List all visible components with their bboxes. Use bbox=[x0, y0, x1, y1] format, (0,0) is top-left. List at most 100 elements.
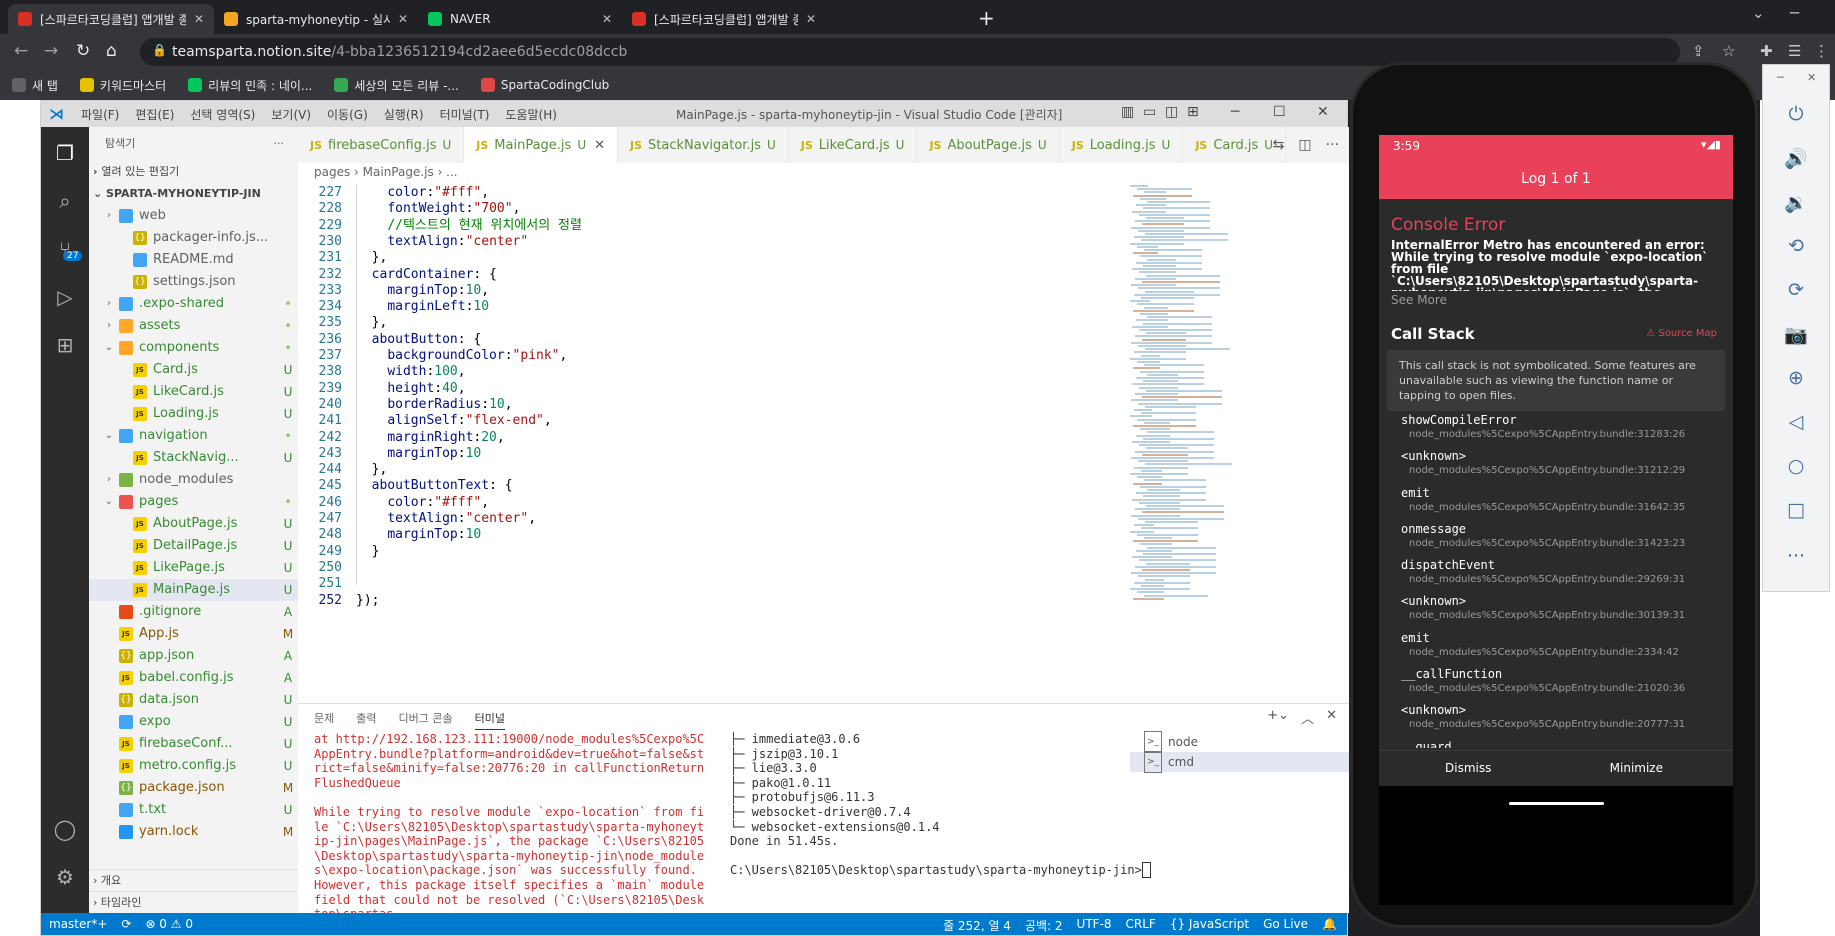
close-icon[interactable]: ✕ bbox=[806, 12, 816, 26]
menu-go[interactable]: 이동(G) bbox=[327, 106, 368, 123]
bookmark-item[interactable]: 세상의 모든 리뷰 -... bbox=[334, 77, 459, 94]
stack-frame[interactable]: __callFunction node_modules%5Cexpo%5CAppE… bbox=[1401, 667, 1721, 703]
close-icon[interactable]: ✕ bbox=[602, 12, 612, 26]
minimize-icon[interactable]: ─ bbox=[1777, 71, 1784, 84]
browser-tab-2[interactable]: NAVER ✕ bbox=[418, 4, 622, 34]
cursor-position[interactable]: 줄 252, 열 4 bbox=[943, 917, 1011, 934]
browser-tab-0[interactable]: [스파르타코딩클럽] 앱개발 종합 ✕ bbox=[8, 4, 214, 34]
stack-frame[interactable]: __guardnode_modules%5Cexpo%5CAppEntry.bu… bbox=[1401, 740, 1721, 748]
go-live-button[interactable]: Go Live bbox=[1263, 917, 1308, 934]
stack-frame[interactable]: <unknown> node_modules%5Cexpo%5CAppEntry.… bbox=[1401, 594, 1721, 630]
minimize-button[interactable]: Minimize bbox=[1610, 761, 1663, 775]
menu-terminal[interactable]: 터미널(T) bbox=[440, 106, 490, 123]
tree-item[interactable]: JS DetailPage.js U bbox=[89, 535, 298, 557]
tree-item[interactable]: JS AboutPage.js U bbox=[89, 513, 298, 535]
terminal-output-cmd[interactable]: ├─ immediate@3.0.6 ├─ jszip@3.10.1 ├─ li… bbox=[730, 732, 1152, 879]
chevron-down-icon[interactable]: ⌄ bbox=[1752, 4, 1765, 22]
menu-selection[interactable]: 선택 영역(S) bbox=[190, 106, 255, 123]
split-editor-icon[interactable]: ◫ bbox=[1298, 137, 1311, 153]
sync-icon[interactable]: ⟳ bbox=[121, 917, 131, 931]
menu-run[interactable]: 실행(R) bbox=[384, 106, 424, 123]
power-icon[interactable]: ⏻ bbox=[1763, 103, 1829, 125]
menu-help[interactable]: 도움말(H) bbox=[505, 106, 557, 123]
stack-frame[interactable]: dispatchEvent node_modules%5Cexpo%5CAppEn… bbox=[1401, 558, 1721, 594]
tree-item[interactable]: ⌄ pages • bbox=[89, 491, 298, 513]
bookmark-item[interactable]: 새 탭 bbox=[12, 77, 58, 94]
explorer-icon[interactable]: ❐ bbox=[53, 141, 77, 165]
tree-item[interactable]: JS LikeCard.js U bbox=[89, 381, 298, 403]
editor-tab[interactable]: JS Card.js U bbox=[1183, 127, 1287, 163]
tab-output[interactable]: 출력 bbox=[356, 710, 376, 730]
tree-item[interactable]: JS firebaseConf... U bbox=[89, 733, 298, 755]
menu-view[interactable]: 보기(V) bbox=[271, 106, 311, 123]
add-terminal-icon[interactable]: +⌄ bbox=[1267, 708, 1289, 727]
terminal-output-node[interactable]: at http://192.168.123.111:19000/node_mod… bbox=[314, 732, 709, 922]
more-icon[interactable]: ··· bbox=[1763, 545, 1829, 567]
home-indicator[interactable] bbox=[1509, 802, 1604, 805]
browser-tab-3[interactable]: [스파르타코딩클럽] 앱개발 종합 ✕ bbox=[622, 4, 826, 34]
editor-tab[interactable]: JS Loading.js U bbox=[1060, 127, 1184, 163]
extensions-icon[interactable]: ✚ bbox=[1760, 42, 1773, 60]
source-map-button[interactable]: ⚠ Source Map bbox=[1646, 328, 1717, 339]
tree-item[interactable]: › web bbox=[89, 205, 298, 227]
git-branch[interactable]: master*+ bbox=[49, 917, 107, 931]
camera-icon[interactable]: 📷 bbox=[1763, 323, 1829, 346]
browser-tab-1[interactable]: sparta-myhoneytip - 실시간 데이 ✕ bbox=[214, 4, 418, 34]
stack-frame[interactable]: emit node_modules%5Cexpo%5CAppEntry.bundl… bbox=[1401, 631, 1721, 667]
bookmark-item[interactable]: SpartaCodingClub bbox=[480, 78, 609, 92]
rotate-left-icon[interactable]: ⟲ bbox=[1763, 235, 1829, 257]
breadcrumb[interactable]: pages › MainPage.js › ... bbox=[314, 165, 458, 179]
tree-item[interactable]: {} app.json A bbox=[89, 645, 298, 667]
volume-up-icon[interactable]: 🔊 bbox=[1763, 147, 1829, 170]
forward-icon[interactable]: → bbox=[44, 41, 58, 61]
problems-count[interactable]: ⊗ 0 ⚠ 0 bbox=[145, 917, 193, 931]
sidebar-toggle-icon[interactable]: ◫ bbox=[1165, 104, 1178, 120]
editor-tab[interactable]: JS firebaseConfig.js U bbox=[298, 127, 465, 163]
maximize-panel-icon[interactable]: ︿ bbox=[1301, 708, 1314, 727]
gear-icon[interactable]: ⚙ bbox=[53, 865, 77, 889]
zoom-icon[interactable]: ⊕ bbox=[1763, 367, 1829, 389]
tree-item[interactable]: JS App.js M bbox=[89, 623, 298, 645]
editor-tab[interactable]: JS MainPage.js U ✕ bbox=[464, 127, 619, 163]
language-mode[interactable]: {} JavaScript bbox=[1170, 917, 1249, 934]
reload-icon[interactable]: ↻ bbox=[76, 41, 90, 61]
extensions-icon[interactable]: ⊞ bbox=[53, 333, 77, 357]
tree-item[interactable]: JS metro.config.js U bbox=[89, 755, 298, 777]
bookmark-item[interactable]: 리뷰의 민족 : 네이... bbox=[188, 77, 312, 94]
tree-item[interactable]: ⌄ components • bbox=[89, 337, 298, 359]
minimize-icon[interactable]: ─ bbox=[1790, 4, 1799, 22]
maximize-icon[interactable]: ☐ bbox=[1273, 104, 1286, 120]
tree-item[interactable]: JS LikePage.js U bbox=[89, 557, 298, 579]
tree-item[interactable]: JS Card.js U bbox=[89, 359, 298, 381]
compare-icon[interactable]: ⇆ bbox=[1273, 137, 1285, 153]
stack-frame[interactable]: <unknown> node_modules%5Cexpo%5CAppEntry.… bbox=[1401, 703, 1721, 739]
more-icon[interactable]: ··· bbox=[1326, 137, 1339, 153]
home-icon[interactable]: ⌂ bbox=[106, 41, 117, 61]
tree-item[interactable]: › assets • bbox=[89, 315, 298, 337]
outline-section[interactable]: › 개요 bbox=[89, 869, 298, 891]
reading-list-icon[interactable]: ☰ bbox=[1788, 42, 1801, 60]
close-icon[interactable]: ✕ bbox=[194, 12, 204, 26]
tab-problems[interactable]: 문제 bbox=[314, 710, 334, 730]
tree-item[interactable]: › node_modules bbox=[89, 469, 298, 491]
tree-item[interactable]: ⌄ navigation • bbox=[89, 425, 298, 447]
see-more-link[interactable]: See More bbox=[1391, 293, 1447, 307]
tree-item[interactable]: t.txt U bbox=[89, 799, 298, 821]
volume-down-icon[interactable]: 🔉 bbox=[1763, 191, 1829, 214]
star-icon[interactable]: ☆ bbox=[1722, 42, 1735, 60]
tab-debug-console[interactable]: 디버그 콘솔 bbox=[399, 710, 453, 730]
encoding[interactable]: UTF-8 bbox=[1077, 917, 1112, 934]
minimize-icon[interactable]: ─ bbox=[1231, 104, 1239, 120]
close-icon[interactable]: ✕ bbox=[1326, 708, 1337, 727]
back-icon[interactable]: ← bbox=[14, 41, 28, 61]
menu-file[interactable]: 파일(F) bbox=[81, 106, 119, 123]
terminal-item-node[interactable]: >_ node bbox=[1130, 731, 1349, 753]
tree-item[interactable]: JS StackNavig... U bbox=[89, 447, 298, 469]
editor-tab[interactable]: JS LikeCard.js U bbox=[789, 127, 918, 163]
terminal-item-cmd[interactable]: >_ cmd bbox=[1130, 751, 1349, 773]
tree-item[interactable]: {} data.json U bbox=[89, 689, 298, 711]
close-icon[interactable]: ✕ bbox=[594, 138, 605, 153]
tree-item[interactable]: {} packager-info.js... bbox=[89, 227, 298, 249]
back-icon[interactable]: ◁ bbox=[1763, 411, 1829, 433]
rotate-right-icon[interactable]: ⟳ bbox=[1763, 279, 1829, 301]
